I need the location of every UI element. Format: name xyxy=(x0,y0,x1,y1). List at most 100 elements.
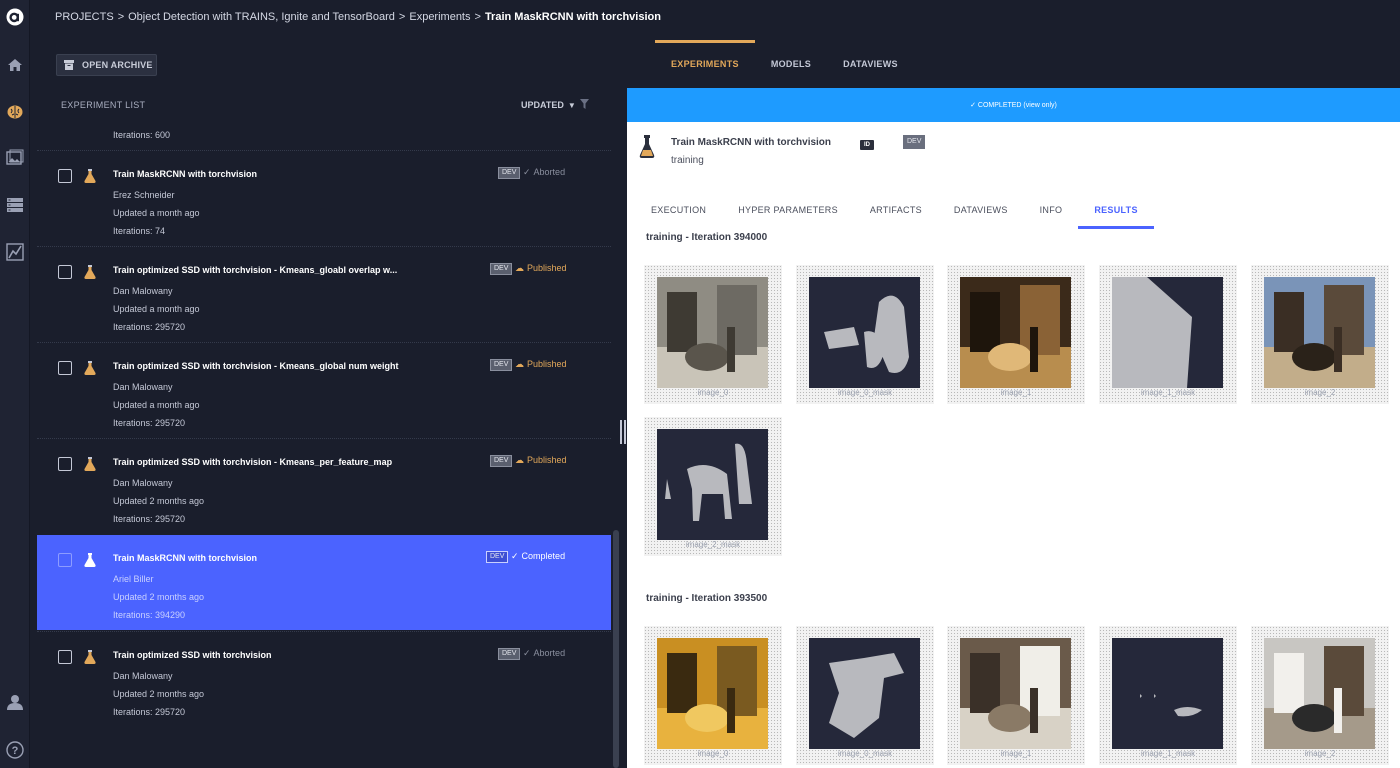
results-section-title: training - Iteration 394000 xyxy=(646,232,768,243)
result-image xyxy=(657,429,768,540)
breadcrumb-current: Train MaskRCNN with torchvision xyxy=(484,11,661,23)
brain-icon[interactable] xyxy=(0,97,30,127)
dev-tag: DEV xyxy=(498,167,521,179)
top-tabs: EXPERIMENTS MODELS DATAVIEWS xyxy=(655,40,914,88)
database-icon[interactable] xyxy=(0,190,30,220)
breadcrumb: PROJECTS > Object Detection with TRAINS, I… xyxy=(55,11,661,23)
sort-label: UPDATED xyxy=(521,100,564,110)
breadcrumb-experiments[interactable]: Experiments xyxy=(409,11,470,23)
tab-results[interactable]: RESULTS xyxy=(1078,191,1155,229)
sidebar-rail: ? xyxy=(0,0,30,768)
tab-models[interactable]: MODELS xyxy=(755,40,827,88)
tab-info[interactable]: INFO xyxy=(1024,191,1079,229)
result-image-caption: image_2 xyxy=(1304,388,1336,397)
result-image-thumbnail[interactable]: image_2 xyxy=(1251,265,1389,404)
image-icon[interactable] xyxy=(0,143,30,173)
cloud-icon: ☁ xyxy=(515,455,524,465)
filter-icon[interactable] xyxy=(580,99,589,109)
tab-execution[interactable]: EXECUTION xyxy=(635,191,722,229)
dev-tag: DEV xyxy=(490,263,513,275)
id-badge[interactable]: ID xyxy=(860,140,874,150)
tab-hyper-parameters[interactable]: HYPER PARAMETERS xyxy=(722,191,854,229)
result-image-thumbnail[interactable]: image_0 xyxy=(644,626,782,765)
detail-tabs: EXECUTION HYPER PARAMETERS ARTIFACTS DATAVI… xyxy=(635,191,1155,229)
dev-tag: DEV xyxy=(486,551,509,563)
experiment-user: Ariel Biller xyxy=(113,574,154,584)
result-image-thumbnail[interactable]: image_0_mask xyxy=(796,265,934,404)
result-image-thumbnail[interactable]: image_0_mask xyxy=(796,626,934,765)
check-icon: ✓ xyxy=(511,551,519,561)
experiment-title[interactable]: Train MaskRCNN with torchvision xyxy=(113,553,257,563)
experiment-detail: Train MaskRCNN with torchvision training… xyxy=(627,122,1400,768)
dev-tag: DEV xyxy=(903,135,926,149)
result-image-thumbnail[interactable]: image_2_mask xyxy=(644,417,782,556)
experiment-title[interactable]: Train optimized SSD with torchvision - K… xyxy=(113,265,397,275)
result-image-thumbnail[interactable]: image_0 xyxy=(644,265,782,404)
result-image-caption: image_0_mask xyxy=(837,749,893,758)
experiment-title[interactable]: Train optimized SSD with torchvision - K… xyxy=(113,457,392,467)
result-image-caption: image_0_mask xyxy=(837,388,893,397)
row-checkbox[interactable] xyxy=(58,361,72,375)
result-image-caption: image_0 xyxy=(697,749,729,758)
row-checkbox[interactable] xyxy=(58,650,72,664)
experiment-row[interactable]: Train optimized SSD with torchvision - K… xyxy=(37,246,611,341)
open-archive-button[interactable]: OPEN ARCHIVE xyxy=(56,54,157,76)
list-scrollbar-thumb[interactable] xyxy=(613,530,619,768)
breadcrumb-project[interactable]: Object Detection with TRAINS, Ignite and… xyxy=(128,11,395,23)
experiment-updated: Updated a month ago xyxy=(113,400,200,410)
breadcrumb-projects[interactable]: PROJECTS xyxy=(55,11,114,23)
row-checkbox[interactable] xyxy=(58,265,72,279)
result-image xyxy=(809,277,920,388)
experiment-row[interactable]: Train optimized SSD with torchvision - K… xyxy=(37,342,611,437)
home-icon[interactable] xyxy=(0,50,30,80)
result-image xyxy=(960,638,1071,749)
tab-dataviews[interactable]: DATAVIEWS xyxy=(938,191,1024,229)
result-image xyxy=(1112,277,1223,388)
results-section-title: training - Iteration 393500 xyxy=(646,593,768,604)
row-checkbox[interactable] xyxy=(58,457,72,471)
logo-icon[interactable] xyxy=(0,2,30,32)
experiment-updated: Updated 2 months ago xyxy=(113,592,205,602)
sort-dropdown[interactable]: UPDATED ▼ xyxy=(521,100,576,110)
experiment-row[interactable]: Train optimized SSD with torchvision Dan … xyxy=(37,631,611,726)
experiment-iterations: Iterations: 295720 xyxy=(113,418,186,428)
caret-down-icon: ▼ xyxy=(567,100,576,110)
status-label: Aborted xyxy=(533,648,566,658)
experiment-title[interactable]: Train optimized SSD with torchvision - K… xyxy=(113,361,399,371)
help-icon[interactable]: ? xyxy=(0,735,30,765)
experiment-row[interactable]: Train optimized SSD with torchvision - K… xyxy=(37,438,611,533)
result-image-caption: image_1_mask xyxy=(1140,388,1196,397)
panel-splitter-handle[interactable] xyxy=(620,420,626,444)
result-image-thumbnail[interactable]: image_1 xyxy=(947,265,1085,404)
experiment-row[interactable]: Train MaskRCNN with torchvision Ariel Bil… xyxy=(37,535,611,630)
result-image-thumbnail[interactable]: image_1_mask xyxy=(1099,626,1237,765)
result-image xyxy=(960,277,1071,388)
experiment-title[interactable]: Train optimized SSD with torchvision xyxy=(113,650,272,660)
user-icon[interactable] xyxy=(0,687,30,717)
result-image-caption: image_2 xyxy=(1304,749,1336,758)
experiment-iterations: Iterations: 74 xyxy=(113,226,166,236)
row-checkbox[interactable] xyxy=(58,553,72,567)
status-label: Published xyxy=(527,359,567,369)
result-image-thumbnail[interactable]: image_2 xyxy=(1251,626,1389,765)
experiment-list-title: EXPERIMENT LIST xyxy=(61,100,146,110)
breadcrumb-separator: > xyxy=(474,11,481,23)
result-image-caption: image_1 xyxy=(1000,749,1032,758)
experiment-updated: Updated a month ago xyxy=(113,304,200,314)
result-image-thumbnail[interactable]: image_1 xyxy=(947,626,1085,765)
dev-tag: DEV xyxy=(490,455,513,467)
breadcrumb-separator: > xyxy=(398,11,406,23)
row-checkbox[interactable] xyxy=(58,169,72,183)
tab-artifacts[interactable]: ARTIFACTS xyxy=(854,191,938,229)
status-badge: ✓ Completed xyxy=(511,551,565,562)
result-image-thumbnail[interactable]: image_1_mask xyxy=(1099,265,1237,404)
status-badge: ✓ Aborted xyxy=(523,167,565,178)
tab-experiments[interactable]: EXPERIMENTS xyxy=(655,40,755,88)
experiment-user: Erez Schneider xyxy=(113,190,175,200)
experiment-title[interactable]: Train MaskRCNN with torchvision xyxy=(113,169,257,179)
experiment-iterations: Iterations: 295720 xyxy=(113,707,186,717)
chart-icon[interactable] xyxy=(0,237,30,267)
tab-dataviews[interactable]: DATAVIEWS xyxy=(827,40,914,88)
experiment-row[interactable]: Train MaskRCNN with torchvision Erez Schn… xyxy=(37,150,611,245)
experiment-iterations: Iterations: 295720 xyxy=(113,514,186,524)
